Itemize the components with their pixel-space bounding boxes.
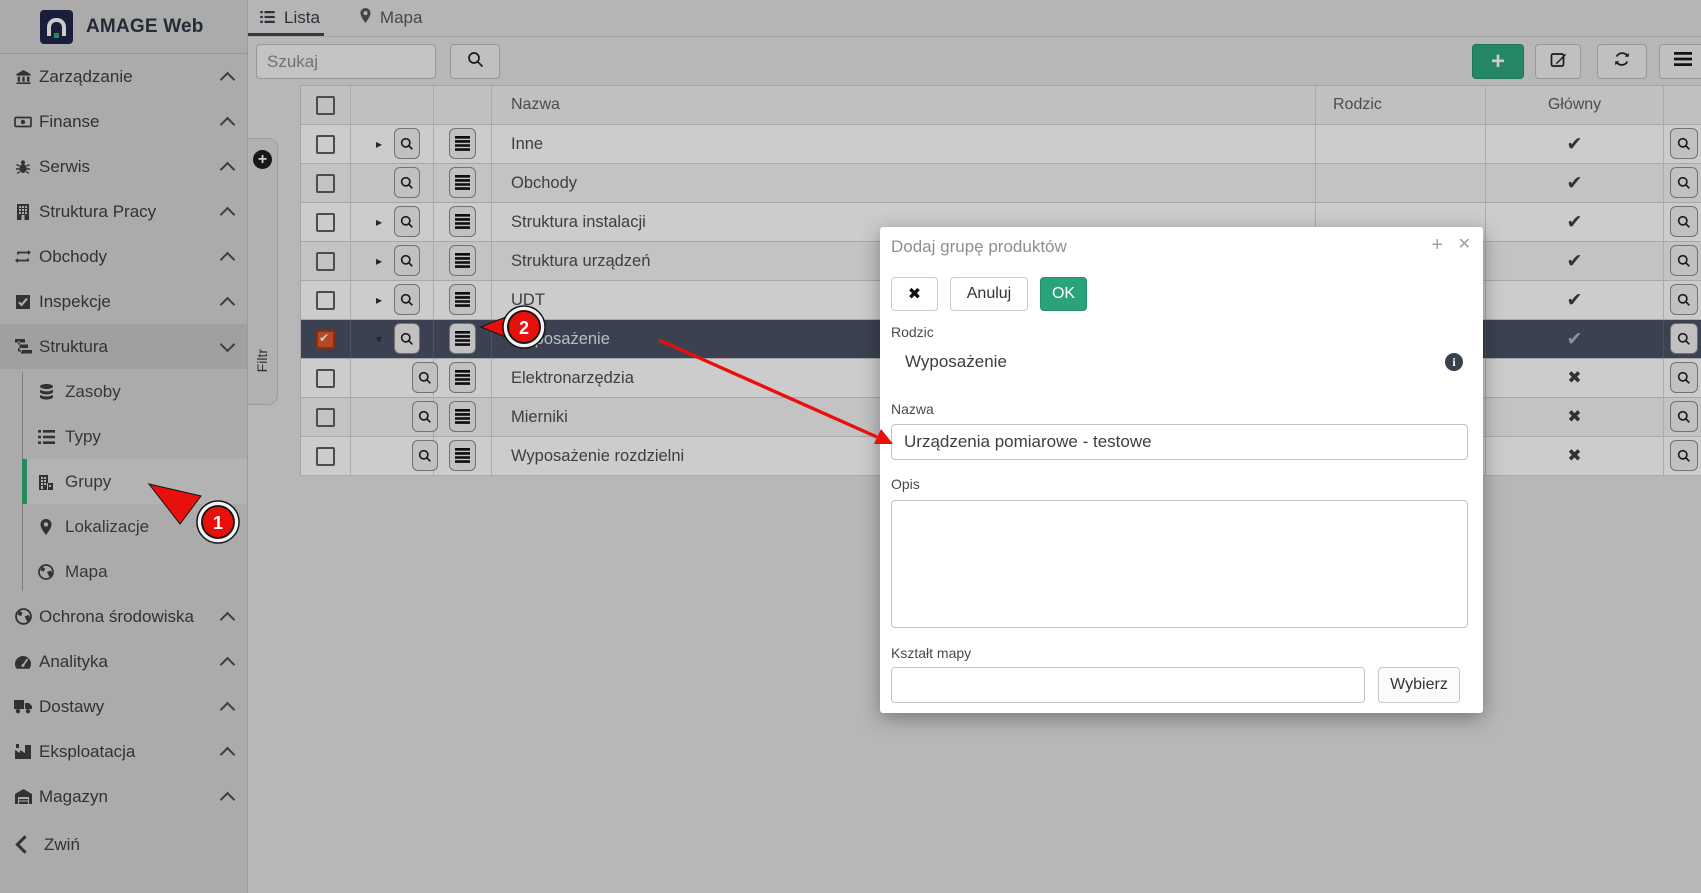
parent-field-value[interactable]: Wyposażenie xyxy=(905,352,1007,372)
ok-button[interactable]: OK xyxy=(1040,277,1087,311)
choose-button[interactable]: Wybierz xyxy=(1378,667,1460,703)
description-field-label: Opis xyxy=(891,476,920,492)
info-icon[interactable]: i xyxy=(1445,353,1463,371)
map-shape-field-label: Kształt mapy xyxy=(891,645,971,661)
modal-close-icon[interactable]: ✕ xyxy=(1458,237,1471,253)
modal-expand-icon[interactable]: + xyxy=(1431,235,1443,255)
name-field-label: Nazwa xyxy=(891,401,934,417)
parent-field-label: Rodzic xyxy=(891,324,934,340)
cancel-button[interactable]: Anuluj xyxy=(950,277,1028,311)
name-input[interactable] xyxy=(891,424,1468,460)
description-textarea[interactable] xyxy=(891,500,1468,628)
add-group-modal: Dodaj grupę produktów + ✕ ✖ Anuluj OK Ro… xyxy=(880,227,1483,713)
app-window: AMAGE Web Zarządzanie Finanse Serwis Str… xyxy=(0,0,1701,893)
map-shape-input[interactable] xyxy=(891,667,1365,703)
modal-title: Dodaj grupę produktów xyxy=(891,237,1067,257)
modal-dismiss-button[interactable]: ✖ xyxy=(891,277,938,311)
